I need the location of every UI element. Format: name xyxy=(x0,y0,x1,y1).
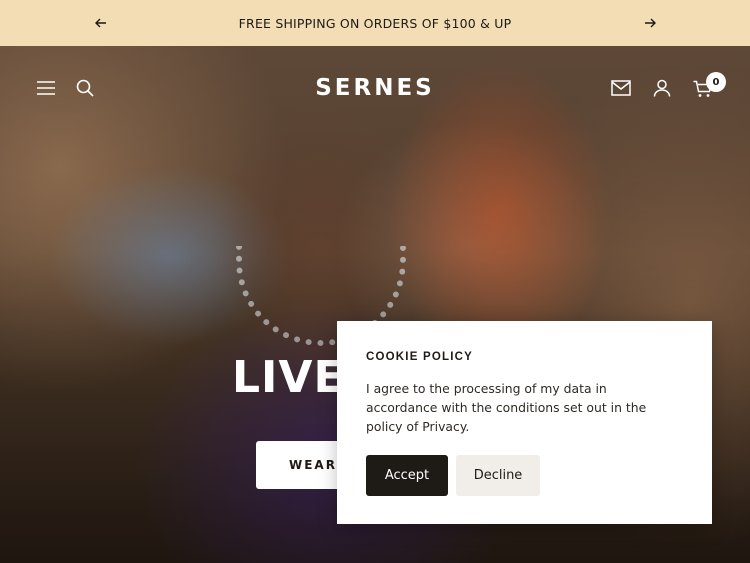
site-logo[interactable]: SERNES xyxy=(0,75,750,101)
cart-count-badge: 0 xyxy=(706,72,726,92)
announcement-bar: FREE SHIPPING ON ORDERS OF $100 & UP xyxy=(0,0,750,46)
account-button[interactable] xyxy=(650,76,674,100)
contact-button[interactable] xyxy=(609,76,633,100)
cookie-title: COOKIE POLICY xyxy=(366,351,473,363)
announcement-prev-button[interactable] xyxy=(90,12,112,34)
account-icon xyxy=(653,79,671,97)
site-header: SERNES xyxy=(0,46,750,130)
cookie-actions: Accept Decline xyxy=(366,455,540,496)
announcement-text: FREE SHIPPING ON ORDERS OF $100 & UP xyxy=(238,15,512,31)
arrow-left-icon xyxy=(95,18,106,28)
mail-icon xyxy=(611,80,631,96)
announcement-next-button[interactable] xyxy=(639,12,661,34)
decline-button[interactable]: Decline xyxy=(456,455,540,496)
arrow-right-icon xyxy=(645,18,656,28)
accept-button[interactable]: Accept xyxy=(366,455,448,496)
cookie-text: I agree to the processing of my data in … xyxy=(366,381,647,434)
hero-title: LIVE xyxy=(232,352,345,403)
cookie-popup: COOKIE POLICY I agree to the processing … xyxy=(337,321,712,524)
